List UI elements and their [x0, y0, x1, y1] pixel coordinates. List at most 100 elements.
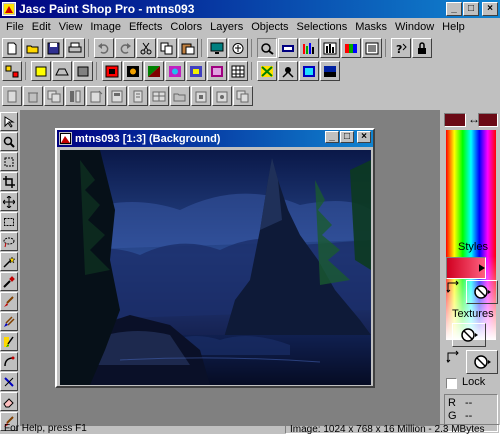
doc-minimize-button[interactable]: _	[325, 131, 339, 143]
paste-icon-2[interactable]	[191, 86, 211, 106]
menu-help[interactable]: Help	[438, 21, 469, 33]
menu-window[interactable]: Window	[391, 21, 438, 33]
document-title-bar[interactable]: mtns093 [1:3] (Background) _ □ ×	[57, 130, 373, 147]
screen-icon[interactable]	[207, 38, 227, 58]
selection-icon[interactable]	[0, 212, 18, 231]
app-icon[interactable]	[2, 2, 16, 16]
styles-label: Styles	[458, 241, 488, 253]
menu-edit[interactable]: Edit	[28, 21, 55, 33]
cross-icon[interactable]	[257, 61, 277, 81]
histogram-icon[interactable]	[299, 38, 319, 58]
pattern-icon[interactable]	[186, 61, 206, 81]
save-icon[interactable]	[44, 38, 64, 58]
layer-copy-icon[interactable]	[44, 86, 64, 106]
paste-icon[interactable]	[178, 38, 198, 58]
layers-icon[interactable]	[278, 38, 298, 58]
background-texture-button[interactable]	[466, 350, 498, 374]
flower-icon[interactable]	[123, 61, 143, 81]
menu-view[interactable]: View	[55, 21, 87, 33]
image-icon[interactable]	[73, 61, 93, 81]
page-icon[interactable]	[2, 86, 22, 106]
magic-wand-icon[interactable]	[0, 252, 18, 271]
retouch-icon[interactable]	[0, 352, 18, 371]
menu-objects[interactable]: Objects	[247, 21, 292, 33]
overview-icon[interactable]	[341, 38, 361, 58]
folder-icon[interactable]	[170, 86, 190, 106]
balance-icon[interactable]	[278, 61, 298, 81]
menu-colors[interactable]: Colors	[166, 21, 206, 33]
menu-effects[interactable]: Effects	[125, 21, 166, 33]
foreground-color-swatch[interactable]	[444, 113, 466, 127]
dropper-icon[interactable]	[0, 272, 18, 291]
tile-icon[interactable]	[2, 61, 22, 81]
foreground-style-button[interactable]	[446, 257, 486, 279]
undo-icon[interactable]	[94, 38, 114, 58]
menu-selections[interactable]: Selections	[293, 21, 352, 33]
help-icon[interactable]: ?	[391, 38, 411, 58]
open-icon[interactable]	[23, 38, 43, 58]
column-icon[interactable]	[65, 86, 85, 106]
menu-layers[interactable]: Layers	[206, 21, 247, 33]
g-value: --	[465, 410, 473, 422]
new-icon[interactable]	[2, 38, 22, 58]
color-replacer-icon[interactable]	[0, 332, 18, 351]
menu-file[interactable]: File	[2, 21, 28, 33]
maximize-button[interactable]: □	[463, 2, 479, 16]
preview-icon[interactable]	[362, 38, 382, 58]
effects-toolbar	[0, 60, 500, 82]
menu-masks[interactable]: Masks	[351, 21, 391, 33]
color-palette-icon[interactable]	[320, 38, 340, 58]
close-button[interactable]: ×	[482, 2, 498, 16]
copy-icon[interactable]	[157, 38, 177, 58]
deformation-icon[interactable]	[0, 152, 18, 171]
filter-icon[interactable]	[320, 61, 340, 81]
cut-icon[interactable]	[136, 38, 156, 58]
table-icon[interactable]	[149, 86, 169, 106]
document-icon[interactable]	[59, 132, 72, 145]
scratch-remover-icon[interactable]	[0, 372, 18, 391]
zoom-icon[interactable]	[257, 38, 277, 58]
clone-brush-icon[interactable]	[0, 312, 18, 331]
document-window[interactable]: mtns093 [1:3] (Background) _ □ ×	[55, 128, 375, 388]
gradient-icon[interactable]	[144, 61, 164, 81]
flip-icon[interactable]	[52, 61, 72, 81]
move-icon[interactable]	[0, 192, 18, 211]
fill-yellow-icon[interactable]	[31, 61, 51, 81]
eraser-icon[interactable]	[0, 392, 18, 411]
redo-icon[interactable]	[115, 38, 135, 58]
minimize-button[interactable]: _	[446, 2, 462, 16]
arrow-icon[interactable]	[0, 112, 18, 131]
target-icon[interactable]	[212, 86, 232, 106]
browse-icon[interactable]	[228, 38, 248, 58]
image-canvas[interactable]	[60, 150, 371, 385]
crop-icon[interactable]	[0, 172, 18, 191]
background-color-swatch[interactable]	[478, 113, 498, 127]
trash-icon[interactable]	[23, 86, 43, 106]
lock-label: Lock	[462, 376, 486, 388]
page-alt-icon[interactable]	[128, 86, 148, 106]
print-icon[interactable]	[65, 38, 85, 58]
menu-image[interactable]: Image	[86, 21, 125, 33]
lock-checkbox[interactable]	[446, 378, 457, 389]
background-style-button[interactable]	[466, 280, 498, 304]
paint-brush-icon[interactable]	[0, 292, 18, 311]
svg-text:?: ?	[396, 43, 402, 55]
doc-close-button[interactable]: ×	[357, 131, 371, 143]
stamp-icon[interactable]	[107, 86, 127, 106]
color-icon[interactable]	[299, 61, 319, 81]
sphere-icon[interactable]	[165, 61, 185, 81]
zoom-tool-icon[interactable]	[0, 132, 18, 151]
swap-style-icon[interactable]	[446, 280, 460, 297]
swap-texture-icon[interactable]	[446, 350, 460, 367]
frame-icon[interactable]	[102, 61, 122, 81]
lock-icon[interactable]	[412, 38, 432, 58]
lasso-icon[interactable]	[0, 232, 18, 251]
grid-icon[interactable]	[228, 61, 248, 81]
copy-icon-2[interactable]	[233, 86, 253, 106]
status-help-text: For Help, press F1	[4, 424, 87, 434]
window-title: Jasc Paint Shop Pro - mtns093	[19, 2, 195, 16]
foreground-texture-button[interactable]	[452, 323, 486, 347]
new-doc-icon[interactable]	[86, 86, 106, 106]
doc-maximize-button[interactable]: □	[340, 131, 354, 143]
layer-icon[interactable]	[207, 61, 227, 81]
